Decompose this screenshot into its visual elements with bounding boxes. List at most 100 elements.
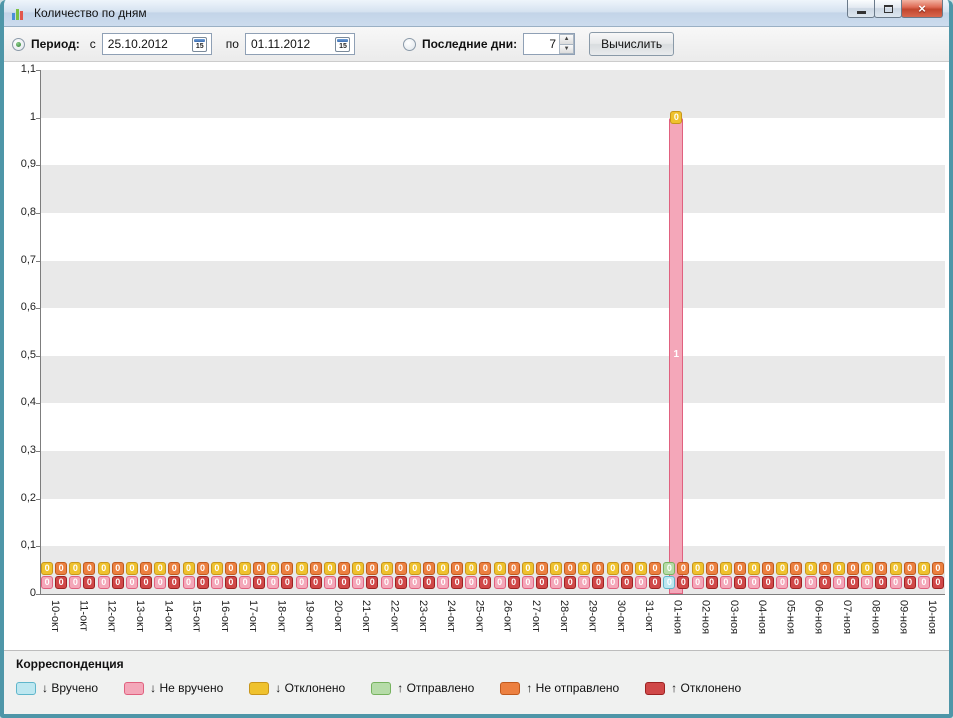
date-from-input[interactable] bbox=[102, 37, 191, 51]
value-label-rejected-out: 0 bbox=[903, 576, 916, 589]
legend-title: Корреспонденция bbox=[16, 657, 124, 671]
x-axis-label: 27-окт bbox=[529, 600, 542, 632]
x-axis-label: 26-окт bbox=[501, 600, 514, 632]
value-label-not-delivered: 0 bbox=[550, 576, 563, 589]
legend-swatch-not-delivered bbox=[124, 681, 145, 695]
date-from-calendar-button[interactable]: 15 bbox=[191, 36, 209, 53]
legend-label: ↑ Отклонено bbox=[671, 681, 742, 695]
x-axis-label: 21-окт bbox=[360, 600, 373, 632]
x-axis-label: 05-ноя bbox=[784, 600, 797, 635]
chart-band bbox=[40, 260, 945, 309]
value-label-rejected-out: 0 bbox=[139, 576, 152, 589]
x-axis-label: 07-ноя bbox=[841, 600, 854, 635]
date-to-input[interactable] bbox=[245, 37, 334, 51]
value-label-not-delivered: 0 bbox=[437, 576, 450, 589]
period-radio[interactable] bbox=[12, 37, 25, 51]
spinner: ▲ ▼ bbox=[559, 34, 575, 54]
value-label-rejected-in: 0 bbox=[833, 562, 846, 575]
value-label-rejected-out: 0 bbox=[649, 576, 662, 589]
value-label-rejected-in: 0 bbox=[776, 562, 789, 575]
date-to-calendar-button[interactable]: 15 bbox=[334, 36, 352, 53]
y-axis-label: 0,5 bbox=[20, 348, 36, 361]
value-label-sent: 0 bbox=[663, 562, 676, 575]
maximize-button[interactable] bbox=[874, 0, 902, 18]
legend-item-rejected-out: ↑ Отклонено bbox=[645, 681, 741, 695]
minimize-button[interactable] bbox=[847, 0, 875, 18]
close-button[interactable]: × bbox=[901, 0, 943, 18]
last-days-field: ▲ ▼ bbox=[523, 33, 576, 55]
value-label-rejected-in: 0 bbox=[352, 562, 365, 575]
value-label-not-sent: 0 bbox=[762, 562, 775, 575]
x-axis-label: 10-окт bbox=[49, 600, 62, 632]
value-label-not-sent: 0 bbox=[564, 562, 577, 575]
value-label-rejected-in: 0 bbox=[380, 562, 393, 575]
value-label-rejected-out: 0 bbox=[818, 576, 831, 589]
value-label-not-delivered: 0 bbox=[635, 576, 648, 589]
value-label-rejected-in: 0 bbox=[437, 562, 450, 575]
calendar-icon-day: 15 bbox=[195, 42, 204, 50]
calculate-button[interactable]: Вычислить bbox=[589, 32, 675, 56]
value-label-rejected-in: 0 bbox=[861, 562, 874, 575]
legend-swatch-not-sent bbox=[500, 681, 521, 695]
value-label-rejected-in: 0 bbox=[408, 562, 421, 575]
value-label-rejected-out: 0 bbox=[83, 576, 96, 589]
value-label-not-sent: 0 bbox=[790, 562, 803, 575]
value-label-not-sent: 0 bbox=[111, 562, 124, 575]
value-label-not-delivered: 0 bbox=[465, 576, 478, 589]
value-label-rejected-in: 0 bbox=[889, 562, 902, 575]
value-label-rejected-in: 0 bbox=[606, 562, 619, 575]
y-axis-label: 0,4 bbox=[20, 396, 36, 409]
value-label-rejected-in: 0 bbox=[69, 562, 82, 575]
legend-item-sent: ↑ Отправлено bbox=[371, 681, 474, 695]
y-axis-label: 0,3 bbox=[20, 444, 36, 457]
y-axis-label: 1,1 bbox=[20, 63, 36, 75]
spin-up-button[interactable]: ▲ bbox=[559, 34, 575, 44]
value-label-not-delivered: 0 bbox=[295, 576, 308, 589]
value-label-not-sent: 0 bbox=[366, 562, 379, 575]
value-label-rejected-out: 0 bbox=[309, 576, 322, 589]
value-label-rejected-in: 0 bbox=[267, 562, 280, 575]
calendar-icon-day: 15 bbox=[339, 42, 347, 50]
value-label-not-delivered: 0 bbox=[719, 576, 732, 589]
value-label-rejected-out: 0 bbox=[931, 576, 944, 589]
minimize-icon bbox=[856, 10, 866, 14]
value-label-not-delivered: 0 bbox=[748, 576, 761, 589]
value-label-rejected-in: 0 bbox=[804, 562, 817, 575]
value-label-not-delivered: 0 bbox=[776, 576, 789, 589]
value-label-rejected-in: 0 bbox=[635, 562, 648, 575]
last-days-radio[interactable] bbox=[402, 37, 416, 51]
chart-band bbox=[40, 498, 945, 547]
value-label-delivered: 0 bbox=[663, 576, 676, 589]
value-label-rejected-out: 0 bbox=[790, 576, 803, 589]
from-label: с bbox=[89, 37, 96, 51]
x-axis-label: 24-окт bbox=[445, 600, 458, 632]
date-from-field: 15 bbox=[101, 33, 212, 55]
value-label-rejected-in: 0 bbox=[578, 562, 591, 575]
window-title: Количество по дням bbox=[34, 6, 147, 20]
value-label-not-sent: 0 bbox=[705, 562, 718, 575]
value-label-not-sent: 0 bbox=[620, 562, 633, 575]
spin-down-button[interactable]: ▼ bbox=[559, 43, 575, 54]
x-axis-label: 01-ноя bbox=[671, 600, 684, 635]
value-label-not-delivered: 0 bbox=[154, 576, 167, 589]
value-label-rejected-out: 0 bbox=[422, 576, 435, 589]
value-label-rejected-in: 0 bbox=[493, 562, 506, 575]
value-label-rejected-out: 0 bbox=[592, 576, 605, 589]
x-axis-label: 23-окт bbox=[416, 600, 429, 632]
legend-item-not-sent: ↑ Не отправлено bbox=[500, 681, 619, 695]
last-days-input[interactable] bbox=[524, 34, 560, 54]
value-label-not-sent: 0 bbox=[83, 562, 96, 575]
legend-items: ↓ Вручено ↓ Не вручено ↓ Отклонено ↑ Отправ… bbox=[16, 681, 937, 695]
value-label-not-sent: 0 bbox=[422, 562, 435, 575]
value-label-rejected-out: 0 bbox=[875, 576, 888, 589]
value-label-rejected-out: 0 bbox=[564, 576, 577, 589]
x-axis-label: 12-окт bbox=[105, 600, 118, 632]
x-axis-label: 17-окт bbox=[247, 600, 260, 632]
value-label-rejected-out: 0 bbox=[847, 576, 860, 589]
value-label-rejected-out: 0 bbox=[705, 576, 718, 589]
value-label-rejected-out: 0 bbox=[620, 576, 633, 589]
legend-item-rejected-in: ↓ Отклонено bbox=[249, 681, 345, 695]
x-axis-label: 28-окт bbox=[558, 600, 571, 632]
value-label-not-delivered: 0 bbox=[380, 576, 393, 589]
value-label-rejected-in: 0 bbox=[182, 562, 195, 575]
